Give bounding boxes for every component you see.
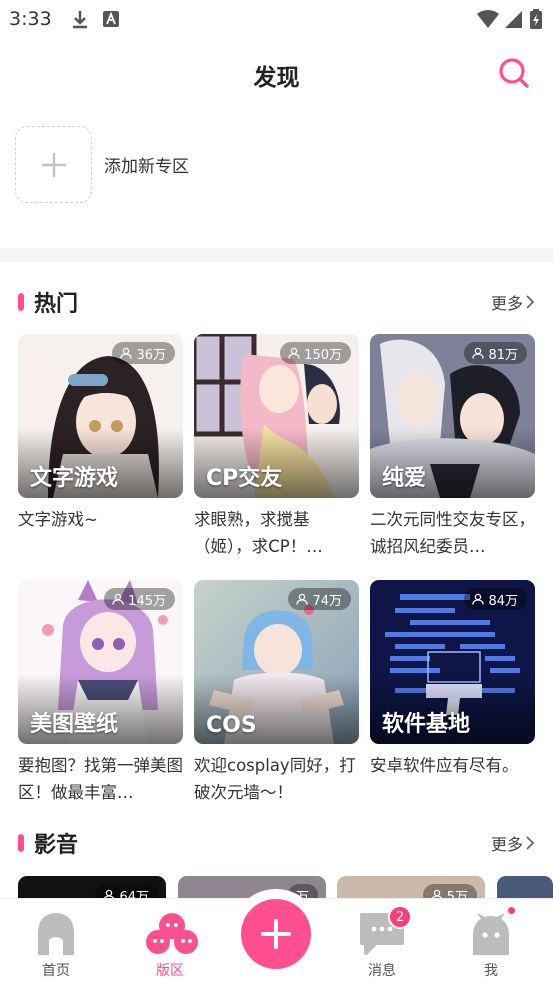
- user-icon: [296, 593, 309, 605]
- member-count-badge: 150万: [280, 342, 351, 364]
- board-description: 文字游戏~: [18, 510, 98, 529]
- board-cover: 软件基地 84万: [370, 580, 535, 744]
- header: 发现: [0, 48, 553, 100]
- board-card-pure-love[interactable]: 纯爱 81万 二次元同性交友专区，诚招风纪委员…: [370, 334, 535, 560]
- board-description: 欢迎cosplay同好，打破次元墙～！: [194, 756, 356, 802]
- user-icon: [120, 347, 133, 359]
- section-title: 影音: [34, 833, 79, 858]
- board-card-text-game[interactable]: 文字游戏 36万 文字游戏~: [18, 334, 183, 560]
- notification-dot: [506, 905, 517, 916]
- member-count-badge: 81万: [464, 342, 527, 364]
- member-count: 74万: [312, 593, 342, 609]
- section-header-hot: 热门 更多: [18, 286, 535, 318]
- member-count: 81万: [488, 347, 518, 363]
- board-cover: 文字游戏 36万: [18, 334, 183, 498]
- wifi-icon: [477, 9, 499, 28]
- add-board-button[interactable]: [15, 126, 92, 203]
- board-name: 纯爱: [382, 466, 427, 491]
- user-icon: [288, 347, 300, 359]
- section-accent-bar: [18, 834, 24, 852]
- member-count: 36万: [136, 347, 166, 363]
- battery-icon: [530, 9, 542, 29]
- board-name: 软件基地: [382, 712, 471, 737]
- search-icon: [499, 58, 529, 88]
- nav-messages[interactable]: 2 消息: [327, 899, 437, 984]
- plus-icon: [261, 919, 291, 949]
- home-icon: [32, 911, 80, 955]
- chevron-right-icon: [526, 295, 535, 309]
- add-board-row[interactable]: 添加新专区: [15, 126, 189, 203]
- member-count-badge: 84万: [464, 588, 527, 610]
- messages-icon: 2: [358, 905, 412, 955]
- board-name: 文字游戏: [30, 466, 119, 491]
- user-icon: [112, 593, 124, 605]
- board-card-software[interactable]: 软件基地 84万 安卓软件应有尽有。: [370, 580, 535, 806]
- add-board-label: 添加新专区: [104, 157, 189, 177]
- nav-label: 消息: [368, 963, 396, 979]
- search-button[interactable]: [497, 56, 531, 90]
- board-name: 美图壁纸: [30, 712, 119, 737]
- board-cover: COS 74万: [194, 580, 359, 744]
- board-cover: 纯爱 81万: [370, 334, 535, 498]
- member-count-badge: 36万: [112, 342, 175, 364]
- boards-icon: [146, 911, 198, 955]
- board-name: COS: [206, 713, 257, 738]
- board-card-cp[interactable]: CP交友 150万 求眼熟，求搅基（姬），求CP！…: [194, 334, 359, 560]
- more-button-hot[interactable]: 更多: [491, 290, 535, 314]
- member-count: 84万: [488, 593, 518, 609]
- profile-icon: [467, 905, 517, 955]
- member-count-badge: 74万: [288, 588, 351, 610]
- nav-label: 版区: [156, 963, 184, 979]
- member-count: 145万: [128, 593, 166, 609]
- nav-home[interactable]: 首页: [1, 899, 111, 984]
- board-cover: CP交友 150万: [194, 334, 359, 498]
- board-name: CP交友: [206, 466, 283, 491]
- nav-me[interactable]: 我: [436, 899, 546, 984]
- more-label: 更多: [490, 294, 523, 313]
- signal-icon: [505, 11, 522, 28]
- section-divider: [0, 248, 553, 262]
- chevron-right-icon: [526, 836, 535, 850]
- board-description: 要抱图？找第一弹美图区！做最丰富…: [18, 756, 183, 802]
- board-description: 二次元同性交友专区，诚招风纪委员…: [370, 510, 535, 556]
- board-card-wallpaper[interactable]: 美图壁纸 145万 要抱图？找第一弹美图区！做最丰富…: [18, 580, 183, 806]
- board-card-cos[interactable]: COS 74万 欢迎cosplay同好，打破次元墙～！: [194, 580, 359, 806]
- nav-label: 我: [484, 963, 498, 979]
- message-badge: 2: [388, 905, 412, 929]
- board-description: 安卓软件应有尽有。: [370, 756, 519, 775]
- plus-icon: [41, 152, 66, 177]
- user-icon: [472, 347, 485, 359]
- status-time: 3:33: [9, 8, 52, 30]
- more-button-video[interactable]: 更多: [491, 831, 535, 855]
- nav-boards[interactable]: 版区: [115, 899, 225, 984]
- section-header-video: 影音 更多: [18, 827, 535, 859]
- user-icon: [472, 593, 485, 605]
- board-description: 求眼熟，求搅基（姬），求CP！…: [194, 510, 323, 556]
- section-accent-bar: [18, 293, 24, 311]
- status-bar: 3:33: [0, 0, 553, 38]
- nav-label: 首页: [42, 963, 70, 979]
- section-title: 热门: [34, 292, 79, 317]
- a-notification-icon: [103, 11, 119, 27]
- create-post-button[interactable]: [241, 899, 311, 969]
- page-title: 发现: [253, 65, 300, 91]
- download-icon: [73, 11, 87, 29]
- board-cover: 美图壁纸 145万: [18, 580, 183, 744]
- member-count: 150万: [304, 347, 342, 363]
- more-label: 更多: [490, 835, 523, 854]
- member-count-badge: 145万: [104, 588, 175, 610]
